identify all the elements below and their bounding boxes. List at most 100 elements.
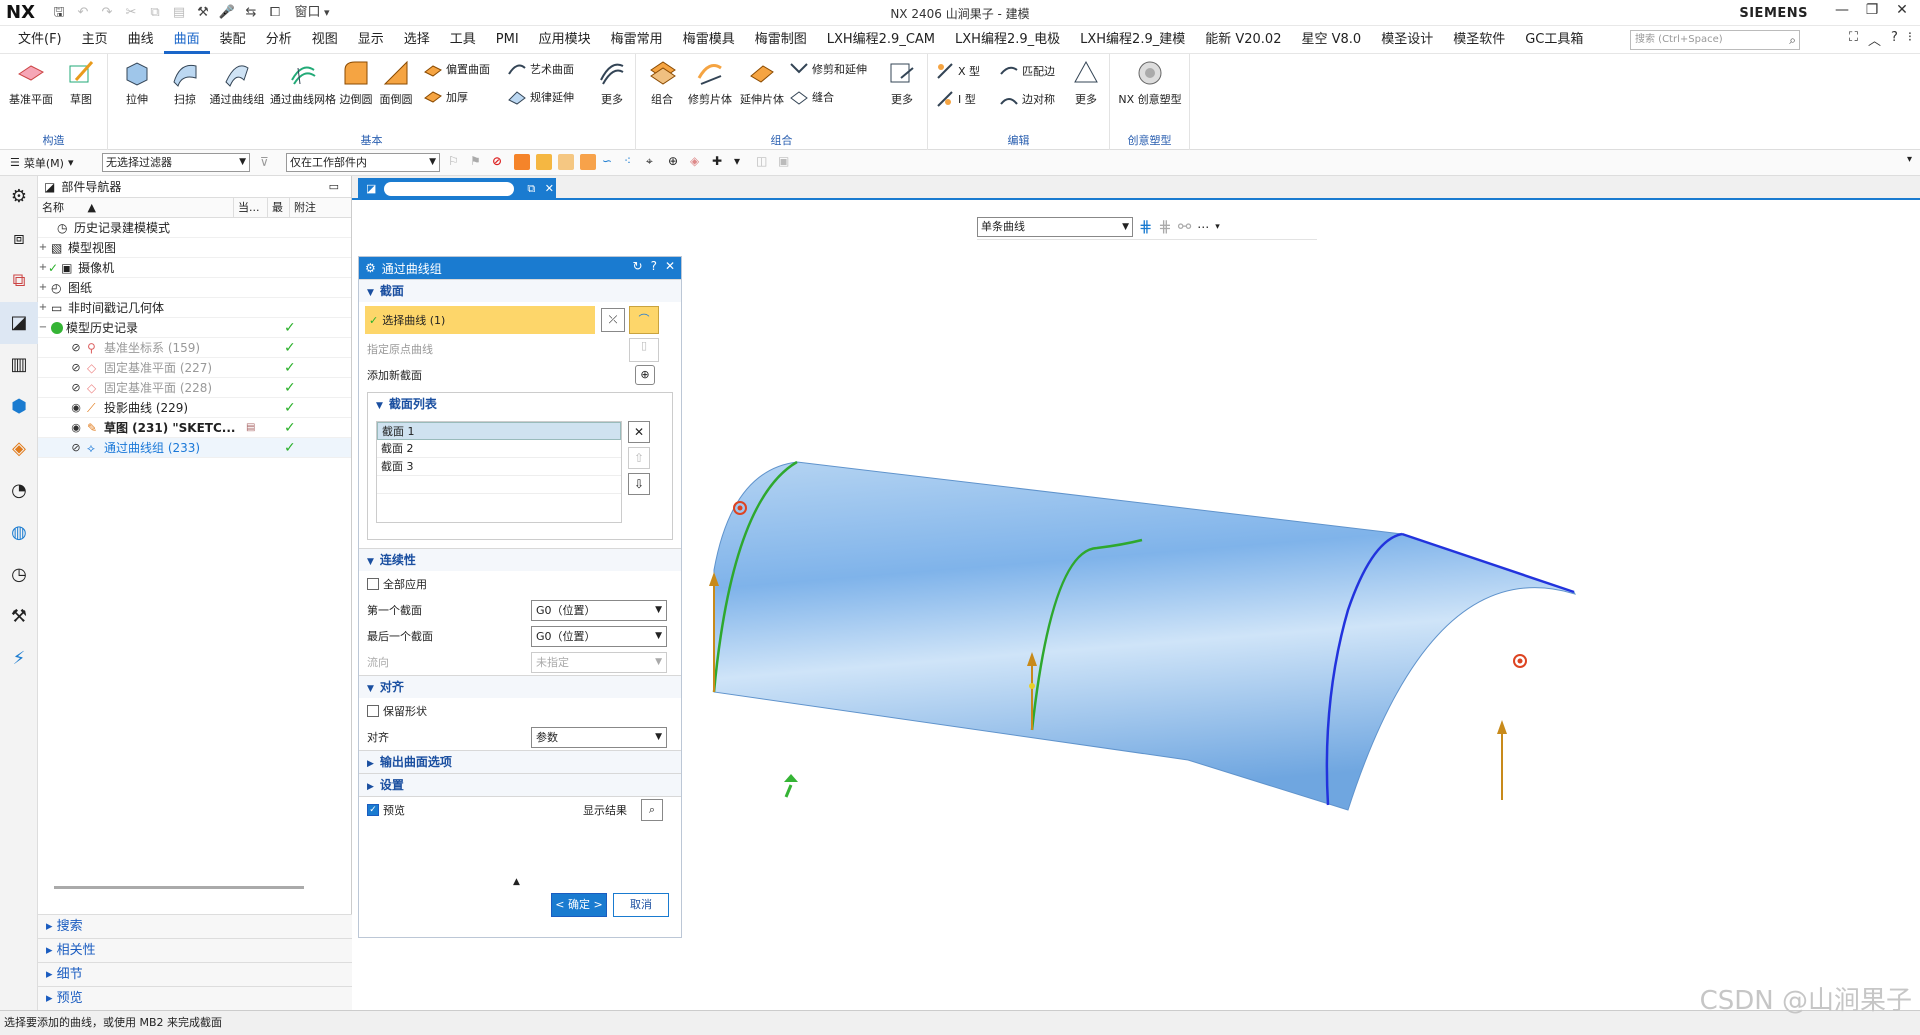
search-icon[interactable]: ⌕ (1789, 31, 1796, 49)
menu-meilei-mold[interactable]: 梅雷模具 (673, 26, 745, 54)
menu-home[interactable]: 主页 (72, 26, 118, 54)
menu-tools[interactable]: 工具 (440, 26, 486, 54)
menu-assembly[interactable]: 装配 (210, 26, 256, 54)
menu-pmi[interactable]: PMI (486, 26, 529, 54)
show-result-button[interactable]: ⌕ (641, 799, 663, 821)
hidden-eye-icon[interactable]: ⊘ (68, 441, 84, 454)
match-edge-button[interactable]: 匹配边 (1000, 62, 1055, 80)
reset-icon[interactable]: ↻ (633, 259, 643, 273)
list-item[interactable]: 截面 1 (377, 422, 621, 440)
maximize-icon[interactable]: ▭ (329, 180, 339, 193)
reuse-library-tab[interactable]: ▥ (0, 344, 38, 386)
remove-section-button[interactable]: ✕ (628, 421, 650, 443)
collapse-icon[interactable]: − (38, 322, 48, 333)
tree-row[interactable]: ⊘ ⚲ 基准坐标系 (159) ✓ (38, 338, 351, 358)
panel-details[interactable]: ▸ 细节 (38, 962, 352, 986)
view-cube-icon[interactable]: ◫ (756, 154, 772, 170)
through-curves-button[interactable]: 通过曲线组 (206, 58, 268, 107)
menu-display[interactable]: 显示 (348, 26, 394, 54)
collapse-icon[interactable]: ▲ (513, 877, 520, 887)
trim-extend-button[interactable]: 修剪和延伸 (790, 60, 867, 78)
tree-row[interactable]: ⊘ ◇ 固定基准平面 (227) ✓ (38, 358, 351, 378)
visible-eye-icon[interactable]: ◉ (68, 401, 84, 414)
menu-mosheng-design[interactable]: 模圣设计 (1371, 26, 1443, 54)
save-icon[interactable]: 🖫 (48, 3, 70, 23)
face-blend-button[interactable]: 面倒圆 (376, 58, 416, 107)
window-switch-icon[interactable]: ⧠ (264, 3, 286, 23)
keep-shape-checkbox[interactable] (367, 705, 379, 717)
deselect-icon[interactable]: ⚑ (470, 154, 486, 170)
scope-select[interactable]: 仅在工作部件内 ▼ (286, 153, 440, 172)
process-studio-tab[interactable]: ⚡ (0, 638, 38, 680)
tree-row[interactable]: + ▭ 非时间戳记几何体 (38, 298, 351, 318)
curve-filter-icon[interactable]: ∽ (602, 154, 618, 170)
close-icon[interactable]: ✕ (665, 259, 675, 273)
tree-row[interactable]: ◉ ⟋ 投影曲线 (229) ✓ (38, 398, 351, 418)
extend-sheet-button[interactable]: 延伸片体 (736, 58, 788, 107)
expand-icon[interactable]: + (38, 262, 48, 273)
last-section-select[interactable]: G0（位置） ▼ (531, 625, 667, 647)
deselect-curve-button[interactable]: ⤫ (601, 308, 625, 332)
tree-row[interactable]: ⊘ ◇ 固定基准平面 (228) ✓ (38, 378, 351, 398)
paste-icon[interactable]: ▤ (168, 3, 190, 23)
view-orient-icon[interactable]: ▣ (778, 154, 794, 170)
part-navigator-tab[interactable]: ◪ (0, 302, 38, 344)
section-settings-header[interactable]: ▶ 设置 (359, 774, 681, 796)
expand-icon[interactable]: + (38, 242, 48, 253)
more-icon[interactable]: ⁝ (1908, 30, 1912, 49)
filter-icon[interactable]: ⊽ (260, 155, 269, 169)
minimize-icon[interactable]: — (1830, 2, 1854, 18)
snap-point-icon[interactable]: ✚ (712, 154, 728, 170)
gear-icon[interactable]: ⚙ (365, 261, 376, 275)
command-search-input[interactable]: 搜索 (Ctrl+Space) ⌕ (1630, 30, 1800, 50)
x-form-button[interactable]: X 型 (936, 62, 980, 80)
tree-row[interactable]: − 模型历史记录 ✓ (38, 318, 351, 338)
edge-symmetry-button[interactable]: 边对称 (1000, 90, 1055, 108)
move-up-button[interactable]: ⇧ (628, 447, 650, 469)
command-finder-icon[interactable]: ⚒ (192, 3, 214, 23)
sweep-button[interactable]: 扫掠 (160, 58, 210, 107)
offset-surface-button[interactable]: 偏置曲面 (424, 60, 490, 78)
i-form-button[interactable]: I 型 (936, 90, 976, 108)
panel-preview[interactable]: ▸ 预览 (38, 986, 352, 1010)
menu-nengxin[interactable]: 能新 V20.02 (1195, 26, 1291, 54)
constraint-navigator-tab[interactable]: ⧉ (0, 260, 38, 302)
snap-icon[interactable]: ⌖ (646, 154, 662, 170)
horizontal-scrollbar[interactable] (54, 886, 304, 889)
tree-row[interactable]: ◷ 历史记录建模模式 (38, 218, 351, 238)
document-tab[interactable]: ◪ ⧉ ✕ (358, 178, 556, 200)
sheet-filter-icon[interactable] (580, 154, 596, 170)
column-name[interactable]: 名称 ▲ (38, 198, 234, 217)
fullscreen-icon[interactable]: ⛶ (1849, 30, 1858, 49)
section-continuity-header[interactable]: ▼ 连续性 (359, 549, 681, 571)
menu-xingkong[interactable]: 星空 V8.0 (1291, 26, 1371, 54)
trim-sheet-button[interactable]: 修剪片体 (684, 58, 736, 107)
tree-row[interactable]: ◉ ✎ 草图 (231) "SKETC... ▤ ✓ (38, 418, 351, 438)
ok-button[interactable]: < 确定 > (551, 893, 607, 917)
redo-icon[interactable]: ↷ (96, 3, 118, 23)
hidden-eye-icon[interactable]: ⊘ (68, 381, 84, 394)
menu-surface[interactable]: 曲面 (163, 26, 210, 54)
sew-button[interactable]: 缝合 (790, 88, 834, 106)
studio-surface-button[interactable]: 艺术曲面 (508, 60, 574, 78)
menu-meilei-drafting[interactable]: 梅雷制图 (745, 26, 817, 54)
section-alignment-header[interactable]: ▼ 对齐 (359, 676, 681, 698)
origin-curve-button[interactable]: ▯ (629, 338, 659, 362)
tree-row[interactable]: + ◴ 图纸 (38, 278, 351, 298)
menu-curve[interactable]: 曲线 (118, 26, 164, 54)
menu-lxh-modeling[interactable]: LXH编程2.9_建模 (1070, 26, 1195, 54)
column-latest[interactable]: 最 (268, 198, 290, 217)
feature-filter-icon[interactable] (558, 154, 574, 170)
point-filter-icon[interactable]: ⁖ (624, 154, 640, 170)
menu-applications[interactable]: 应用模块 (529, 26, 601, 54)
close-tab-icon[interactable]: ✕ (545, 182, 554, 195)
expand-icon[interactable]: + (38, 302, 48, 313)
apply-all-checkbox[interactable] (367, 578, 379, 590)
section-sections-header[interactable]: ▼ 截面 (359, 280, 681, 302)
select-curve-field[interactable]: ✓ 选择曲线 (1) (365, 306, 595, 334)
system-materials-tab[interactable]: ◍ (0, 512, 38, 554)
expand-icon[interactable]: + (38, 282, 48, 293)
menu-mosheng-software[interactable]: 模圣软件 (1443, 26, 1515, 54)
settings-tab[interactable]: ⚙ (0, 176, 38, 218)
cancel-button[interactable]: 取消 (613, 893, 669, 917)
